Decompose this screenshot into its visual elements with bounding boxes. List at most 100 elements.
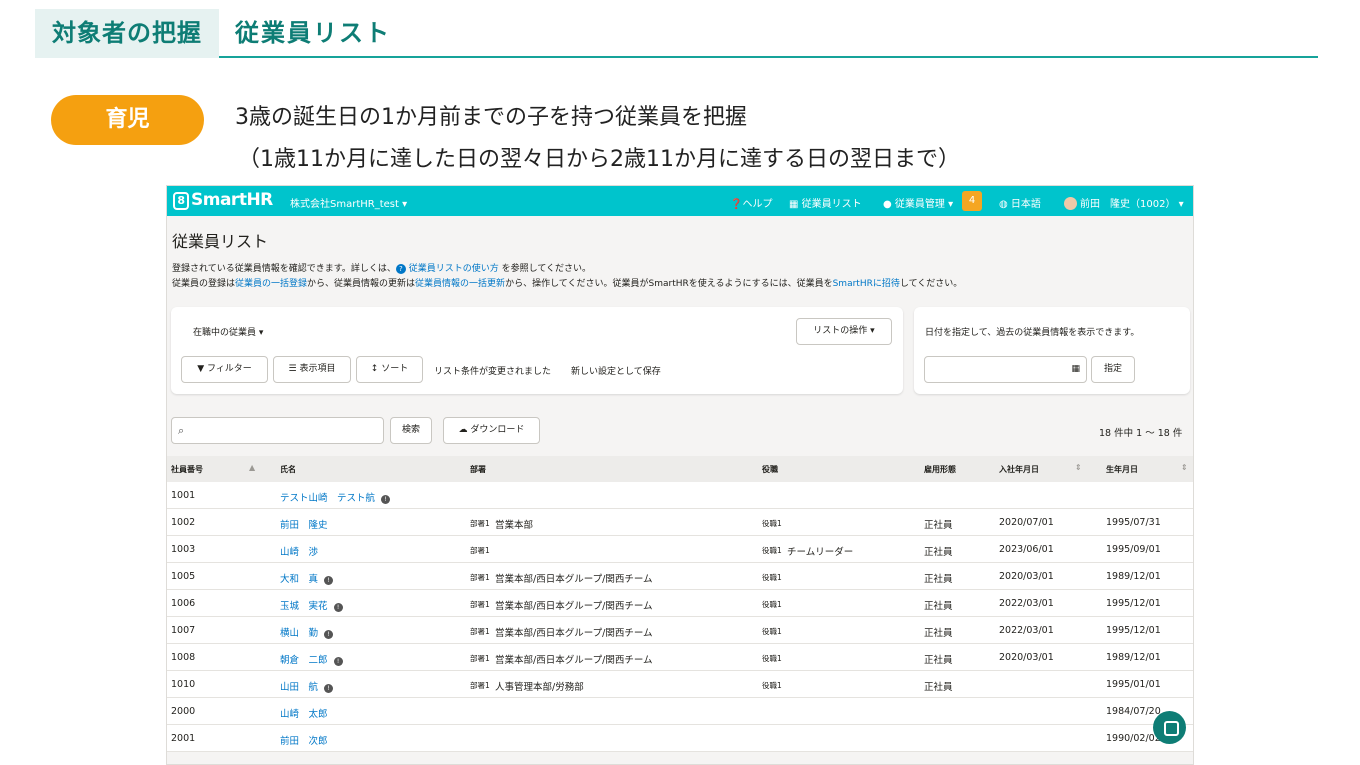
birth-date: 1995/01/01 [1106, 679, 1161, 690]
smarthr-logo[interactable]: 8 SmartHR [173, 190, 273, 210]
company-selector[interactable]: 株式会社SmartHR_test ▾ [290, 195, 407, 210]
employee-id: 1001 [171, 490, 196, 501]
date-panel-text: 日付を指定して、過去の従業員情報を表示できます。 [925, 328, 1140, 338]
table-header: 社員番号 ▲ 氏名 部署 役職 雇用形態 入社年月日 ⇕ 生年月日 ⇕ [167, 456, 1193, 482]
col-employee-id[interactable]: 社員番号 [171, 464, 203, 475]
col-hire-date[interactable]: 入社年月日 [999, 464, 1039, 475]
section-tab: 対象者の把握 [35, 9, 219, 58]
table-row[interactable]: 1010 山田 航! 部署1 人事管理本部/労務部 役職1 正社員 1995/01/01 [167, 671, 1193, 698]
employee-name-link[interactable]: 前田 次郎 [280, 736, 328, 747]
save-as-new-link[interactable]: 新しい設定として保存 [571, 364, 661, 377]
employee-name-link[interactable]: 玉城 実花 [280, 601, 328, 612]
employee-name-cell: テスト山崎 テスト航! [280, 490, 391, 504]
department-label: 部署1 [470, 519, 490, 528]
position-label: 役職1 [762, 681, 782, 690]
employment-type: 正社員 [924, 520, 953, 531]
download-button[interactable]: ☁ ダウンロード [443, 417, 540, 444]
slide-header: 対象者の把握 従業員リスト [35, 9, 1318, 58]
sort-asc-icon[interactable]: ▲ [249, 463, 255, 472]
table-row[interactable]: 1001 テスト山崎 テスト航! [167, 482, 1193, 509]
position-label: 役職1 [762, 627, 782, 636]
table-row[interactable]: 1003 山崎 渉 部署1 役職1 チームリーダー 正社員 2023/06/01 1995/0… [167, 536, 1193, 563]
hire-date: 2022/03/01 [999, 598, 1054, 609]
employee-name-link[interactable]: 前田 隆史 [280, 520, 328, 531]
description-line-1: 3歳の誕生日の1か月前までの子を持つ従業員を把握 [235, 105, 747, 130]
position-label: 役職1 [762, 573, 782, 582]
nav-employee-management[interactable]: ● 従業員管理 ▾ [883, 195, 953, 210]
employee-id: 2000 [171, 706, 196, 717]
employee-name-cell: 横山 勤! [280, 625, 334, 639]
table-row[interactable]: 2001 前田 次郎 1990/02/02 [167, 725, 1193, 752]
user-menu[interactable]: 前田 隆史（1002） ▾ [1064, 195, 1184, 210]
table-row[interactable]: 1006 玉城 実花! 部署1 営業本部/西日本グループ/関西チーム 役職1 正社員 202… [167, 590, 1193, 617]
result-count: 18 件中 1 〜 18 件 [1099, 428, 1183, 439]
employee-name-cell: 玉城 実花! [280, 598, 343, 612]
date-input[interactable]: ▦ [924, 356, 1087, 383]
employment-type: 正社員 [924, 547, 953, 558]
chat-support-icon[interactable] [1153, 711, 1186, 744]
birth-date: 1995/12/01 [1106, 598, 1161, 609]
category-pill: 育児 [51, 95, 204, 145]
info-icon[interactable]: ! [324, 630, 334, 639]
employee-name-link[interactable]: 大和 真 [280, 574, 318, 585]
department-label: 部署1 [470, 681, 490, 690]
employee-name-link[interactable]: 山崎 太郎 [280, 709, 328, 720]
info-icon[interactable]: ! [333, 603, 343, 612]
birth-date: 1989/12/01 [1106, 571, 1161, 582]
help-link[interactable]: ❓ヘルプ [730, 195, 772, 210]
list-operations-button[interactable]: リストの操作 ▾ [796, 318, 892, 345]
filter-button[interactable]: ▼ フィルター [181, 356, 268, 383]
status-select[interactable]: 在職中の従業員 ▾ [193, 325, 263, 338]
table-row[interactable]: 1007 横山 勤! 部署1 営業本部/西日本グループ/関西チーム 役職1 正社員 2022… [167, 617, 1193, 644]
invite-link[interactable]: SmartHRに招待 [833, 279, 900, 289]
sort-button[interactable]: ↕ ソート [356, 356, 423, 383]
info-icon[interactable]: ! [324, 684, 334, 693]
sort-icon[interactable]: ⇕ [1181, 463, 1188, 472]
info-icon[interactable]: ! [333, 657, 343, 666]
birth-date: 1995/07/31 [1106, 517, 1161, 528]
employee-id: 1008 [171, 652, 196, 663]
department-value: 営業本部 [495, 520, 534, 531]
table-row[interactable]: 1008 朝倉 二郎! 部署1 営業本部/西日本グループ/関西チーム 役職1 正社員 202… [167, 644, 1193, 671]
nav-employee-list[interactable]: ▦ 従業員リスト [789, 195, 862, 210]
date-panel: 日付を指定して、過去の従業員情報を表示できます。 ▦ 指定 [914, 307, 1190, 394]
apply-date-button[interactable]: 指定 [1091, 356, 1135, 383]
employee-name-link[interactable]: 山田 航 [280, 682, 318, 693]
employee-name-cell: 山田 航! [280, 679, 334, 693]
employee-id: 1005 [171, 571, 196, 582]
usage-guide-link[interactable]: 従業員リストの使い方 [409, 264, 499, 274]
language-selector[interactable]: ◍ 日本語 [999, 195, 1041, 210]
table-row[interactable]: 1005 大和 真! 部署1 営業本部/西日本グループ/関西チーム 役職1 正社員 2020… [167, 563, 1193, 590]
employee-id: 1007 [171, 625, 196, 636]
search-button[interactable]: 検索 [390, 417, 432, 444]
info-icon[interactable]: ! [381, 495, 391, 504]
employee-name-link[interactable]: テスト山崎 テスト航 [280, 493, 375, 504]
col-birth-date[interactable]: 生年月日 [1106, 464, 1138, 475]
search-input[interactable]: ⌕ [171, 417, 384, 444]
birth-date: 1984/07/20 [1106, 706, 1161, 717]
table-row[interactable]: 1002 前田 隆史 部署1 営業本部 役職1 正社員 2020/07/01 1995/07/… [167, 509, 1193, 536]
bulk-update-link[interactable]: 従業員情報の一括更新 [415, 279, 505, 289]
help-icon: ❓ [730, 199, 743, 210]
department-value: 営業本部/西日本グループ/関西チーム [495, 601, 653, 612]
employee-name-link[interactable]: 山崎 渉 [280, 547, 318, 558]
employee-id: 2001 [171, 733, 196, 744]
columns-button[interactable]: ☰ 表示項目 [273, 356, 351, 383]
help-circle-icon: ? [395, 264, 406, 274]
employee-name-link[interactable]: 朝倉 二郎 [280, 655, 328, 666]
calendar-icon: ▦ [1071, 364, 1080, 374]
position-value: チームリーダー [787, 547, 854, 558]
table-row[interactable]: 2000 山崎 太郎 1984/07/20 [167, 698, 1193, 725]
department-label: 部署1 [470, 627, 490, 636]
sort-icon[interactable]: ⇕ [1075, 463, 1082, 472]
employee-name-link[interactable]: 横山 勤 [280, 628, 318, 639]
globe-icon: ◍ [999, 199, 1011, 210]
bulk-register-link[interactable]: 従業員の一括登録 [235, 279, 307, 289]
employee-name-cell: 山崎 太郎 [280, 706, 328, 720]
department-value: 人事管理本部/労務部 [495, 682, 584, 693]
info-icon[interactable]: ! [324, 576, 334, 585]
notification-badge[interactable]: 4 [962, 191, 982, 211]
filter-panel: 在職中の従業員 ▾ リストの操作 ▾ ▼ フィルター ☰ 表示項目 ↕ ソート … [171, 307, 903, 394]
employee-id: 1010 [171, 679, 196, 690]
position-label: 役職1 [762, 654, 782, 663]
